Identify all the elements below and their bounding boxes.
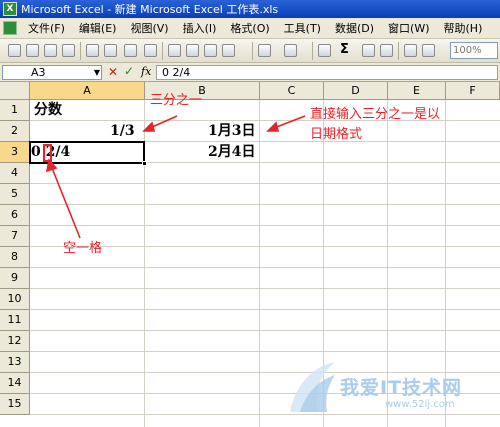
column-header-d[interactable]: D [324, 82, 388, 100]
save-icon[interactable] [44, 44, 57, 57]
row-header-9[interactable]: 9 [0, 268, 30, 289]
watermark-url: www.52ij.com [385, 399, 455, 410]
formula-bar: A3 ▼ ✕ ✓ fx 0 2/4 [0, 63, 500, 82]
copy-icon[interactable] [186, 44, 199, 57]
gridline [30, 288, 500, 289]
cut-icon[interactable] [168, 44, 181, 57]
row-header-1[interactable]: 1 [0, 100, 30, 121]
cell-b3[interactable]: 2月4日 [208, 142, 255, 162]
row-header-12[interactable]: 12 [0, 331, 30, 352]
menu-bar: 文件(F) 编辑(E) 视图(V) 插入(I) 格式(O) 工具(T) 数据(D… [0, 18, 500, 39]
sort-ascending-icon[interactable] [362, 44, 375, 57]
toolbar-separator [312, 42, 313, 60]
format-painter-icon[interactable] [222, 44, 235, 57]
row-header-10[interactable]: 10 [0, 289, 30, 310]
formula-input[interactable]: 0 2/4 [156, 65, 498, 80]
column-header-c[interactable]: C [260, 82, 324, 100]
gridline [30, 309, 500, 310]
redo-icon[interactable] [284, 44, 297, 57]
cell-a1[interactable]: 分数 [34, 100, 62, 120]
new-icon[interactable] [8, 44, 21, 57]
watermark-text: 我爱IT技术网 [340, 377, 463, 399]
name-box[interactable]: A3 ▼ [2, 65, 102, 80]
select-all-corner[interactable] [0, 82, 30, 100]
gridline [30, 183, 500, 184]
cell-a2[interactable]: 1/3 [110, 121, 135, 141]
drawing-icon[interactable] [422, 44, 435, 57]
name-box-value: A3 [31, 66, 46, 79]
sort-descending-icon[interactable] [380, 44, 393, 57]
annotation-space: 空一格 [63, 241, 103, 256]
menu-view[interactable]: 视图(V) [123, 20, 175, 36]
print-icon[interactable] [86, 44, 99, 57]
row-header-14[interactable]: 14 [0, 373, 30, 394]
column-header-a[interactable]: A [30, 82, 145, 100]
excel-icon[interactable]: X [3, 2, 17, 16]
toolbar-separator [398, 42, 399, 60]
gridline [259, 100, 260, 427]
gridline [30, 225, 500, 226]
undo-icon[interactable] [258, 44, 271, 57]
row-header-11[interactable]: 11 [0, 310, 30, 331]
workbook-icon[interactable] [3, 21, 17, 35]
menu-data[interactable]: 数据(D) [328, 20, 381, 36]
autosum-icon[interactable]: Σ [340, 42, 349, 57]
insert-function-icon[interactable]: fx [141, 65, 151, 78]
menu-file[interactable]: 文件(F) [21, 20, 72, 36]
row-header-6[interactable]: 6 [0, 205, 30, 226]
chart-wizard-icon[interactable] [404, 44, 417, 57]
enter-icon[interactable]: ✓ [124, 64, 134, 78]
spelling-icon[interactable] [124, 44, 137, 57]
column-header-e[interactable]: E [388, 82, 446, 100]
paste-icon[interactable] [204, 44, 217, 57]
row-header-8[interactable]: 8 [0, 247, 30, 268]
row-header-4[interactable]: 4 [0, 163, 30, 184]
row-header-7[interactable]: 7 [0, 226, 30, 247]
gridline [30, 330, 500, 331]
row-header-15[interactable]: 15 [0, 394, 30, 415]
row-header-5[interactable]: 5 [0, 184, 30, 205]
menu-edit[interactable]: 编辑(E) [72, 20, 124, 36]
toolbar-separator [252, 42, 253, 60]
hyperlink-icon[interactable] [318, 44, 331, 57]
cell-b2[interactable]: 1月3日 [208, 121, 255, 141]
print-preview-icon[interactable] [104, 44, 117, 57]
zoom-select[interactable]: 100% [450, 42, 498, 59]
gridline [30, 204, 500, 205]
annotation-fraction: 三分之一 [150, 93, 203, 108]
menu-help[interactable]: 帮助(H) [437, 20, 490, 36]
research-icon[interactable] [144, 44, 157, 57]
annotation-date-note-line2: 日期格式 [310, 127, 363, 142]
cancel-icon[interactable]: ✕ [108, 65, 118, 79]
window-title: Microsoft Excel - 新建 Microsoft Excel 工作表… [21, 3, 279, 16]
row-header-3[interactable]: 3 [0, 142, 30, 163]
gridline [30, 351, 500, 352]
toolbar-separator [80, 42, 81, 60]
fill-handle[interactable] [142, 161, 147, 166]
watermark-wing-icon [290, 362, 335, 412]
menu-format[interactable]: 格式(O) [223, 20, 276, 36]
title-bar: X Microsoft Excel - 新建 Microsoft Excel 工… [0, 0, 500, 18]
menu-window[interactable]: 窗口(W) [381, 20, 436, 36]
space-highlight-box [43, 144, 52, 162]
gridline [30, 267, 500, 268]
permission-icon[interactable] [62, 44, 75, 57]
menu-tools[interactable]: 工具(T) [277, 20, 328, 36]
annotation-date-note-line1: 直接输入三分之一是以 [310, 107, 441, 122]
row-header-2[interactable]: 2 [0, 121, 30, 142]
open-icon[interactable] [26, 44, 39, 57]
menu-insert[interactable]: 插入(I) [176, 20, 224, 36]
column-header-f[interactable]: F [446, 82, 500, 100]
standard-toolbar: Σ 100% [0, 39, 500, 63]
toolbar-separator [162, 42, 163, 60]
watermark: 我爱IT技术网 www.52ij.com [285, 355, 495, 421]
chevron-down-icon[interactable]: ▼ [94, 66, 100, 79]
row-header-13[interactable]: 13 [0, 352, 30, 373]
